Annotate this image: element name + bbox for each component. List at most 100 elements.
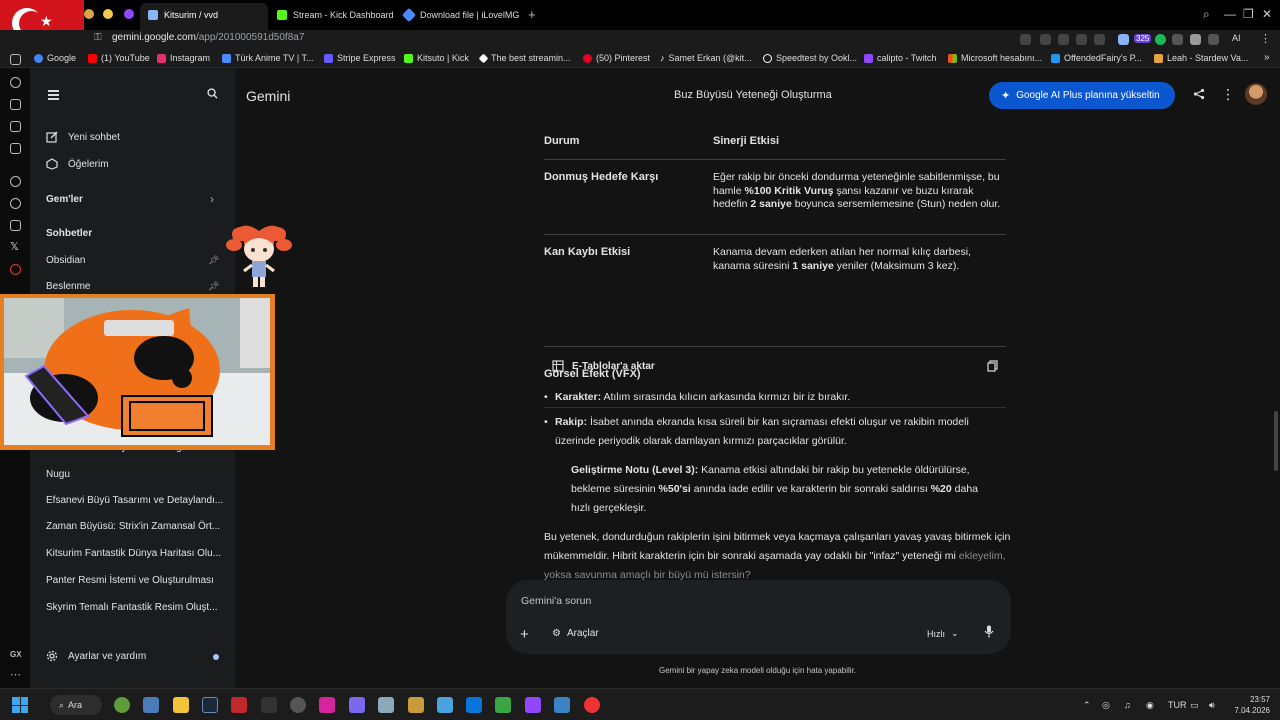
restore-button[interactable]: ❐ bbox=[1243, 7, 1254, 21]
download-icon[interactable] bbox=[1020, 34, 1031, 45]
bookmark-kick[interactable]: Kitsuto | Kick bbox=[404, 53, 469, 63]
new-tab-button[interactable]: + bbox=[528, 7, 536, 22]
bookmark-streaming[interactable]: The best streamin... bbox=[478, 53, 571, 63]
my-items-button[interactable]: Öğelerim bbox=[46, 158, 109, 170]
windows-start-button[interactable] bbox=[12, 697, 28, 713]
bookmark-pinterest[interactable]: (50) Pinterest bbox=[583, 53, 650, 63]
translate-icon[interactable] bbox=[1058, 34, 1069, 45]
xbox-icon[interactable] bbox=[114, 697, 130, 713]
panel-icon[interactable] bbox=[10, 99, 21, 110]
extension-icon[interactable] bbox=[1118, 34, 1129, 45]
search-icon[interactable] bbox=[207, 88, 218, 99]
x-icon[interactable]: 𝕏 bbox=[10, 240, 19, 253]
bookmark-google[interactable]: Google bbox=[34, 53, 76, 63]
model-selector[interactable]: Hızlı ⌄ bbox=[927, 628, 959, 639]
instagram-icon[interactable] bbox=[10, 220, 21, 231]
panel-icon[interactable] bbox=[10, 143, 21, 154]
file-explorer-icon[interactable] bbox=[173, 697, 189, 713]
menu-icon[interactable] bbox=[48, 90, 59, 102]
gems-section[interactable]: Gem'ler bbox=[46, 194, 83, 205]
add-icon[interactable]: + bbox=[520, 626, 529, 643]
chat-item[interactable]: Efsanevi Büyü Tasarımı ve Detaylandı... bbox=[46, 495, 223, 506]
instagram-icon[interactable] bbox=[319, 697, 335, 713]
obsidian-icon[interactable] bbox=[349, 697, 365, 713]
language-indicator[interactable]: TUR bbox=[1168, 700, 1187, 710]
task-view-icon[interactable] bbox=[143, 697, 159, 713]
extension-icon[interactable] bbox=[1208, 34, 1219, 45]
avatar[interactable] bbox=[1245, 83, 1267, 105]
bookmark-tiktok[interactable]: ♪ Samet Erkan (@kit... bbox=[660, 53, 752, 63]
panel-icon[interactable] bbox=[10, 121, 21, 132]
tray-overflow-icon[interactable]: ⌃ bbox=[1083, 700, 1091, 711]
more-bookmarks-icon[interactable]: » bbox=[1264, 52, 1270, 63]
tray-icon[interactable]: ◎ bbox=[1102, 700, 1110, 711]
taskbar-app-icon[interactable] bbox=[437, 697, 453, 713]
minecraft-icon[interactable] bbox=[495, 697, 511, 713]
network-icon[interactable]: ▭ bbox=[1190, 700, 1199, 711]
new-chat-button[interactable]: Yeni sohbet bbox=[46, 131, 120, 143]
tray-icon[interactable]: ♫ bbox=[1124, 700, 1131, 710]
tab-kick-dashboard[interactable]: Stream - Kick Dashboard bbox=[277, 6, 394, 24]
screenshot-icon[interactable] bbox=[1040, 34, 1051, 45]
prompt-input[interactable]: Gemini'a sorun bbox=[521, 595, 591, 607]
taskbar-search-button[interactable]: ⌕ Ara bbox=[50, 695, 102, 715]
site-info-icon[interactable]: ⚿ bbox=[94, 32, 102, 43]
ai-button[interactable]: AI bbox=[1232, 33, 1241, 43]
chat-item[interactable]: Panter Resmi İstemi ve Oluşturulması bbox=[46, 575, 214, 586]
bookmark-turk-anime[interactable]: Türk Anime TV | T... bbox=[222, 53, 314, 63]
play-icon[interactable] bbox=[1076, 34, 1087, 45]
bookmark-instagram[interactable]: Instagram bbox=[157, 53, 210, 63]
opera-gx-icon[interactable] bbox=[231, 697, 247, 713]
messenger-icon[interactable] bbox=[10, 176, 21, 187]
panel-icon[interactable] bbox=[10, 54, 21, 65]
tab-kitsurim[interactable]: Kitsurim / vvd bbox=[148, 6, 218, 24]
bookmark-speedtest[interactable]: Speedtest by Ookl... bbox=[763, 53, 857, 63]
more-icon[interactable]: ⋯ bbox=[10, 668, 21, 681]
steam-icon[interactable] bbox=[202, 697, 218, 713]
more-options-icon[interactable]: ⋮ bbox=[1221, 87, 1235, 101]
chevron-right-icon[interactable]: › bbox=[210, 192, 214, 206]
url-field[interactable]: gemini.google.com/app/201000591d50f8a7 bbox=[112, 32, 304, 43]
pin-icon[interactable]: 📌︎ bbox=[208, 281, 219, 292]
tray-icon[interactable]: ◉ bbox=[1146, 700, 1154, 711]
chat-item[interactable]: Kitsurim Fantastik Dünya Haritası Olu... bbox=[46, 548, 221, 559]
bookmark-microsoft[interactable]: Microsoft hesabını... bbox=[948, 53, 1042, 63]
microphone-icon[interactable] bbox=[984, 625, 994, 638]
share-icon[interactable] bbox=[1193, 88, 1205, 100]
search-tabs-icon[interactable]: ⌕ bbox=[1203, 7, 1210, 22]
taskbar-app-icon[interactable] bbox=[261, 697, 277, 713]
taskbar-app-icon[interactable] bbox=[584, 697, 600, 713]
minimize-button[interactable]: — bbox=[1224, 7, 1236, 21]
tools-button[interactable]: ⚙ Araçlar bbox=[552, 628, 599, 639]
twitch-icon[interactable] bbox=[525, 697, 541, 713]
gx-icon[interactable]: GX bbox=[10, 650, 22, 659]
tab-icon[interactable] bbox=[103, 9, 113, 19]
riot-icon[interactable] bbox=[408, 697, 424, 713]
clock[interactable]: 23:57 7.04.2026 bbox=[1228, 694, 1270, 716]
volume-icon[interactable]: 🔊︎ bbox=[1209, 700, 1215, 711]
taskbar-app-icon[interactable] bbox=[466, 697, 482, 713]
app-title[interactable]: Gemini bbox=[246, 88, 290, 104]
heart-icon[interactable] bbox=[1094, 34, 1105, 45]
tab-ilovepdf[interactable]: Download file | iLovelMG bbox=[401, 6, 519, 24]
browser-menu-icon[interactable]: ⋮ bbox=[1260, 32, 1271, 45]
extension-badge[interactable]: 325 bbox=[1134, 34, 1152, 43]
settings-help-button[interactable]: Ayarlar ve yardım bbox=[46, 650, 146, 662]
chat-item[interactable]: Zaman Büyüsü: Strix'in Zamansal Ört... bbox=[46, 521, 220, 532]
profile-icon[interactable] bbox=[1190, 34, 1201, 45]
chat-item[interactable]: Skyrim Temalı Fantastik Resim Oluşt... bbox=[46, 602, 218, 613]
upgrade-button[interactable]: ✦ Google AI Plus planına yükseltin bbox=[989, 82, 1175, 109]
copy-icon[interactable] bbox=[987, 360, 998, 372]
extension-icon[interactable] bbox=[1172, 34, 1183, 45]
taskbar-app-icon[interactable] bbox=[554, 697, 570, 713]
bookmark-youtube[interactable]: (1) YouTube bbox=[88, 53, 150, 63]
bookmark-stardew[interactable]: Leah - Stardew Va... bbox=[1154, 53, 1248, 63]
obs-icon[interactable] bbox=[290, 697, 306, 713]
pin-icon[interactable]: 📌︎ bbox=[208, 255, 219, 266]
chat-title[interactable]: Buz Büyüsü Yeteneği Oluşturma bbox=[674, 89, 832, 101]
bookmark-offendedfairy[interactable]: OffendedFairy's P... bbox=[1051, 53, 1142, 63]
prompt-input-box[interactable]: Gemini'a sorun + ⚙ Araçlar Hızlı ⌄ bbox=[506, 580, 1011, 654]
tab-icon[interactable] bbox=[124, 9, 134, 19]
bookmark-stripe[interactable]: Stripe Express bbox=[324, 53, 396, 63]
taskbar-app-icon[interactable] bbox=[378, 697, 394, 713]
